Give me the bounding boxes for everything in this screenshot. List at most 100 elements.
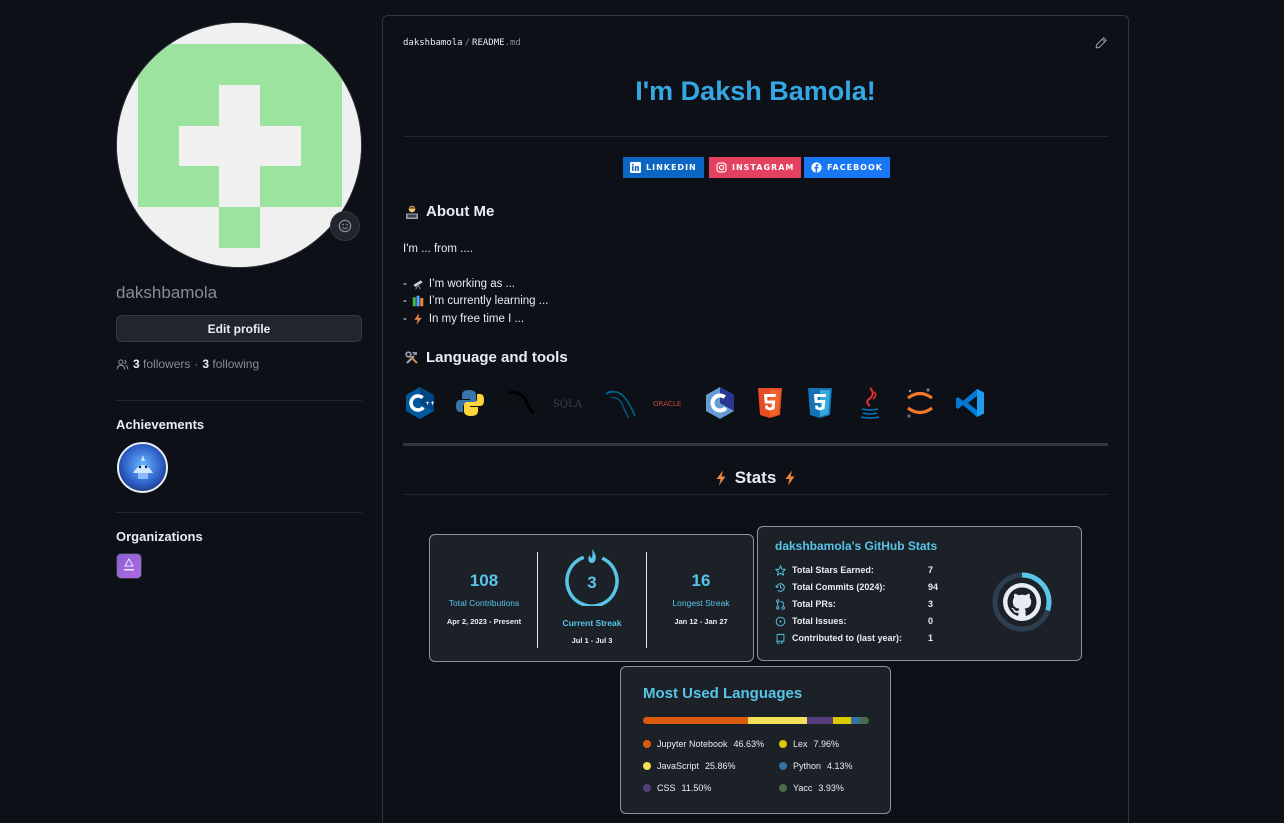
jupyter-icon[interactable] (903, 386, 937, 420)
top-languages-card[interactable]: Most Used Languages Jupyter Notebook 46.… (620, 666, 891, 814)
language-percent: 7.96% (813, 739, 840, 749)
cplusplus-icon[interactable]: ++ (403, 386, 437, 420)
stat-row: Total Stars Earned: 7 (775, 563, 950, 577)
github-stats-title: dakshbamola's GitHub Stats (775, 539, 938, 553)
language-name: JavaScript (657, 761, 700, 771)
facebook-icon (811, 162, 822, 173)
org-logo-icon (124, 557, 134, 571)
stat-value: 1 (928, 633, 934, 643)
html5-icon[interactable] (753, 386, 787, 420)
language-dot (643, 784, 651, 792)
stat-value: 7 (928, 565, 934, 575)
tools-row: ++ SQLA ORACLE (403, 384, 1003, 422)
language-name: Python (793, 761, 822, 771)
followers-link[interactable]: 3 followers (133, 357, 190, 371)
stat-label: Contributed to (last year): (792, 633, 903, 643)
python-icon[interactable] (453, 386, 487, 420)
language-bar-segment (860, 717, 869, 724)
stat-value: 94 (928, 582, 939, 592)
oracle-text: ORACLE (653, 399, 682, 408)
c-icon[interactable] (703, 386, 737, 420)
path-user-link[interactable]: dakshbamola (403, 38, 463, 48)
about-line: - I’m working as ... (403, 278, 515, 290)
language-bar-segment (832, 717, 851, 724)
stat-label: Total Issues: (792, 616, 847, 626)
stat-row: Total Commits (2024): 94 (775, 580, 950, 594)
telescope-icon (413, 280, 423, 290)
follow-stats: 3 followers · 3 following (116, 357, 259, 371)
stat-label: Total PRs: (792, 599, 836, 609)
sidebar-divider (116, 512, 362, 513)
vscode-icon[interactable] (953, 386, 987, 420)
organizations-heading: Organizations (116, 529, 203, 544)
organization-avatar[interactable] (116, 553, 142, 579)
language-name: CSS (657, 783, 676, 793)
language-percent: 25.86% (705, 761, 736, 771)
avatar[interactable] (116, 22, 362, 268)
stat-row: Contributed to (last year): 1 (775, 631, 950, 645)
mysql-icon[interactable] (603, 386, 637, 420)
following-link[interactable]: 3 following (202, 357, 259, 371)
language-bar-segment (748, 717, 807, 724)
language-name: Yacc (793, 783, 813, 793)
language-percent: 11.50% (681, 783, 712, 793)
following-label: following (212, 357, 260, 371)
section-divider (403, 443, 1108, 446)
streak-stats-card[interactable]: 108 Total Contributions Apr 2, 2023 - Pr… (429, 534, 754, 662)
language-item: Lex 7.96% (779, 739, 839, 749)
stat-label: Total Commits (2024): (792, 582, 886, 592)
stat-value: 0 (928, 616, 934, 626)
language-percent: 46.63% (733, 739, 765, 749)
edit-profile-button[interactable]: Edit profile (116, 315, 362, 342)
about-line-text: I’m working as ... (428, 278, 516, 290)
about-me-heading-text: About Me (426, 203, 495, 220)
people-icon (116, 358, 129, 369)
language-item: Python 4.13% (779, 761, 853, 771)
about-intro: I'm ... from .... (403, 243, 473, 255)
total-contributions-label: Total Contributions (448, 598, 520, 608)
about-line: - In my free time I ... (403, 313, 524, 325)
tensorflow-icon[interactable] (503, 386, 537, 420)
fire-icon (588, 549, 596, 563)
longest-streak-column: 16 Longest Streak Jan 12 - Jan 27 (647, 535, 755, 661)
linkedin-badge[interactable]: LINKEDIN (623, 157, 704, 178)
stats-divider (403, 494, 1108, 495)
java-icon[interactable] (853, 386, 887, 420)
language-item: JavaScript 25.86% (643, 761, 736, 771)
followers-label: followers (143, 357, 191, 371)
about-me-heading: About Me (404, 203, 494, 220)
language-dot (643, 762, 651, 770)
linkedin-icon (630, 162, 641, 173)
total-contributions-value: 108 (469, 571, 499, 590)
linkedin-label: LINKEDIN (646, 163, 697, 172)
sqlite-icon[interactable]: SQLA (553, 386, 587, 420)
tools-heading: Language and tools (404, 349, 568, 366)
sqlite-text: SQLA (553, 399, 583, 410)
instagram-label: INSTAGRAM (732, 163, 795, 172)
pencil-icon (1095, 37, 1107, 49)
instagram-badge[interactable]: INSTAGRAM (709, 157, 802, 178)
oracle-icon[interactable]: ORACLE (653, 386, 687, 420)
lightning-icon (785, 470, 795, 486)
github-stats-card[interactable]: dakshbamola's GitHub Stats Total Stars E… (757, 526, 1082, 661)
repo-icon (776, 633, 785, 644)
facebook-badge[interactable]: FACEBOOK (804, 157, 890, 178)
profile-username: dakshbamola (116, 283, 218, 302)
language-bar-segment (806, 717, 833, 724)
achievement-badge[interactable] (117, 442, 168, 493)
set-status-button[interactable] (330, 211, 360, 241)
readme-path: dakshbamola / README.md (403, 38, 521, 48)
identicon-image (117, 23, 361, 267)
css3-icon[interactable] (803, 386, 837, 420)
follow-separator: · (194, 357, 199, 371)
language-percent: 4.13% (827, 761, 853, 771)
current-streak-value: 3 (587, 573, 597, 592)
achievements-heading[interactable]: Achievements (116, 417, 204, 432)
history-icon (775, 582, 785, 592)
language-bar-segment (850, 717, 861, 724)
star-icon (775, 564, 786, 576)
stat-row: Total PRs: 3 (775, 597, 950, 611)
edit-readme-button[interactable] (1094, 36, 1108, 55)
following-count: 3 (202, 357, 210, 371)
language-percent: 3.93% (818, 783, 844, 793)
